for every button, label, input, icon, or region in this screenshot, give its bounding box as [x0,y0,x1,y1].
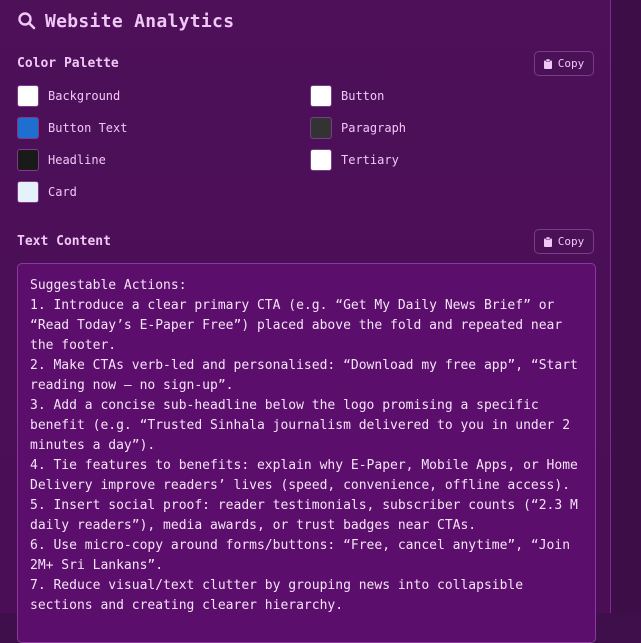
clipboard-icon [543,58,552,69]
swatch-headline[interactable]: Headline [17,149,106,171]
swatch-background[interactable]: Background [17,85,120,107]
swatch-label: Headline [48,153,106,167]
copy-palette-button[interactable]: Copy [534,51,594,76]
color-palette-heading: Color Palette [17,56,119,71]
text-content-heading: Text Content [17,234,111,249]
text-content-box[interactable]: Suggestable Actions: 1. Introduce a clea… [17,263,596,643]
analytics-panel: Website Analytics Color Palette Copy Bac… [0,0,611,643]
search-icon [18,12,36,30]
swatch-card[interactable]: Card [17,181,77,203]
copy-text-label: Copy [557,235,585,248]
swatch-label: Tertiary [341,153,399,167]
swatch-paragraph[interactable]: Paragraph [310,117,406,139]
swatch-label: Background [48,89,121,103]
swatch-button-text[interactable]: Button Text [17,117,127,139]
background-strip [611,0,641,613]
swatch-tertiary[interactable]: Tertiary [310,149,399,171]
swatch-color [17,117,39,139]
swatch-color [310,149,332,171]
swatch-color [310,117,332,139]
swatch-label: Button [341,89,385,103]
swatch-label: Paragraph [341,121,407,135]
swatch-label: Card [48,185,77,199]
copy-text-button[interactable]: Copy [534,229,594,254]
swatch-label: Button Text [48,121,128,135]
clipboard-icon [543,236,552,247]
swatch-color [310,85,332,107]
page-title: Website Analytics [45,10,235,32]
swatch-button[interactable]: Button [310,85,384,107]
swatch-color [17,181,39,203]
text-content-body: Suggestable Actions: 1. Introduce a clea… [30,278,578,613]
copy-palette-label: Copy [557,57,585,70]
swatch-color [17,149,39,171]
panel-header: Website Analytics [17,8,234,34]
swatch-color [17,85,39,107]
